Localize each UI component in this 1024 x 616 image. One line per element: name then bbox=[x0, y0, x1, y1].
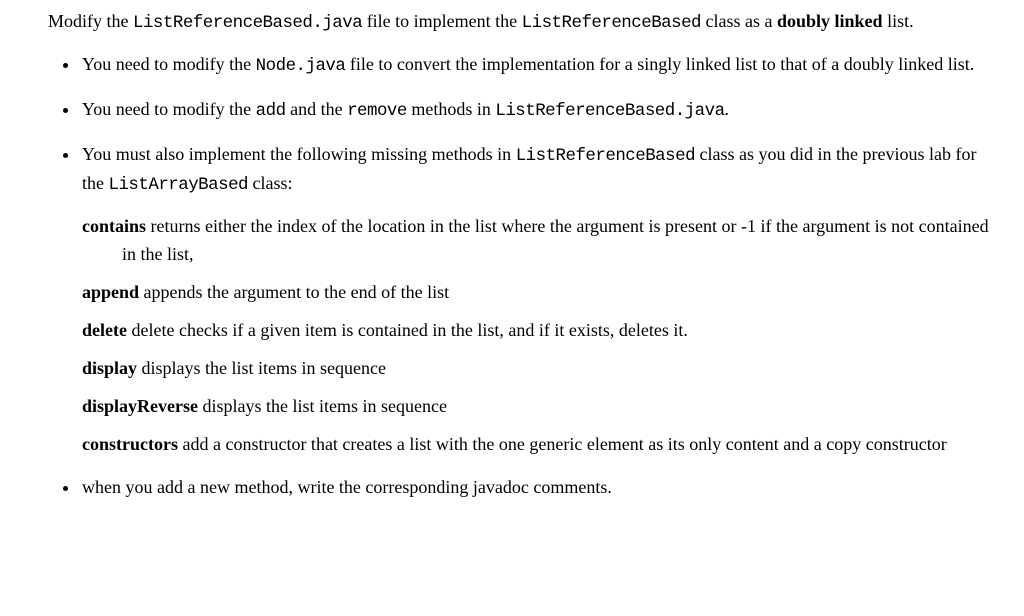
method-item: displayReverse displays the list items i… bbox=[82, 393, 996, 421]
bullet-list: You need to modify the Node.java file to… bbox=[28, 51, 996, 502]
bullet-item: You need to modify the Node.java file to… bbox=[80, 51, 996, 80]
text: file to implement the bbox=[362, 11, 521, 31]
text: You need to modify the bbox=[82, 54, 256, 74]
methods-list: contains returns either the index of the… bbox=[82, 213, 996, 458]
method-desc: displays the list items in sequence bbox=[137, 358, 386, 378]
method-item: display displays the list items in seque… bbox=[82, 355, 996, 383]
method-desc: appends the argument to the end of the l… bbox=[139, 282, 449, 302]
method-name: displayReverse bbox=[82, 396, 198, 416]
code-classname: ListReferenceBased bbox=[516, 146, 695, 166]
text: You must also implement the following mi… bbox=[82, 144, 516, 164]
bold-text: doubly linked bbox=[777, 11, 883, 31]
bullet-item: when you add a new method, write the cor… bbox=[80, 474, 996, 502]
text: class as a bbox=[701, 11, 777, 31]
text: and the bbox=[286, 99, 347, 119]
text: . bbox=[725, 99, 730, 119]
code-filename: ListReferenceBased.java bbox=[495, 101, 724, 121]
code-filename: ListReferenceBased.java bbox=[133, 13, 362, 33]
method-desc: displays the list items in sequence bbox=[198, 396, 447, 416]
method-desc: add a constructor that creates a list wi… bbox=[178, 434, 947, 454]
bullet-item: You must also implement the following mi… bbox=[80, 141, 996, 458]
intro-paragraph: Modify the ListReferenceBased.java file … bbox=[28, 8, 996, 37]
code-classname: ListArrayBased bbox=[109, 175, 249, 195]
code-filename: Node.java bbox=[256, 56, 346, 76]
text: list. bbox=[883, 11, 914, 31]
text: methods in bbox=[407, 99, 496, 119]
method-name: delete bbox=[82, 320, 127, 340]
code-method: add bbox=[256, 101, 286, 121]
bullet-item: You need to modify the add and the remov… bbox=[80, 96, 996, 125]
text: when you add a new method, write the cor… bbox=[82, 477, 612, 497]
text: class: bbox=[248, 173, 293, 193]
method-name: append bbox=[82, 282, 139, 302]
text: Modify the bbox=[48, 11, 133, 31]
method-name: constructors bbox=[82, 434, 178, 454]
method-item: delete delete checks if a given item is … bbox=[82, 317, 996, 345]
method-desc: returns either the index of the location… bbox=[122, 216, 989, 264]
code-method: remove bbox=[347, 101, 407, 121]
method-item: contains returns either the index of the… bbox=[82, 213, 996, 269]
method-item: constructors add a constructor that crea… bbox=[82, 431, 996, 459]
code-classname: ListReferenceBased bbox=[522, 13, 701, 33]
text: file to convert the implementation for a… bbox=[345, 54, 974, 74]
method-name: contains bbox=[82, 216, 146, 236]
method-name: display bbox=[82, 358, 137, 378]
text: You need to modify the bbox=[82, 99, 256, 119]
method-desc: delete checks if a given item is contain… bbox=[127, 320, 688, 340]
method-item: append appends the argument to the end o… bbox=[82, 279, 996, 307]
